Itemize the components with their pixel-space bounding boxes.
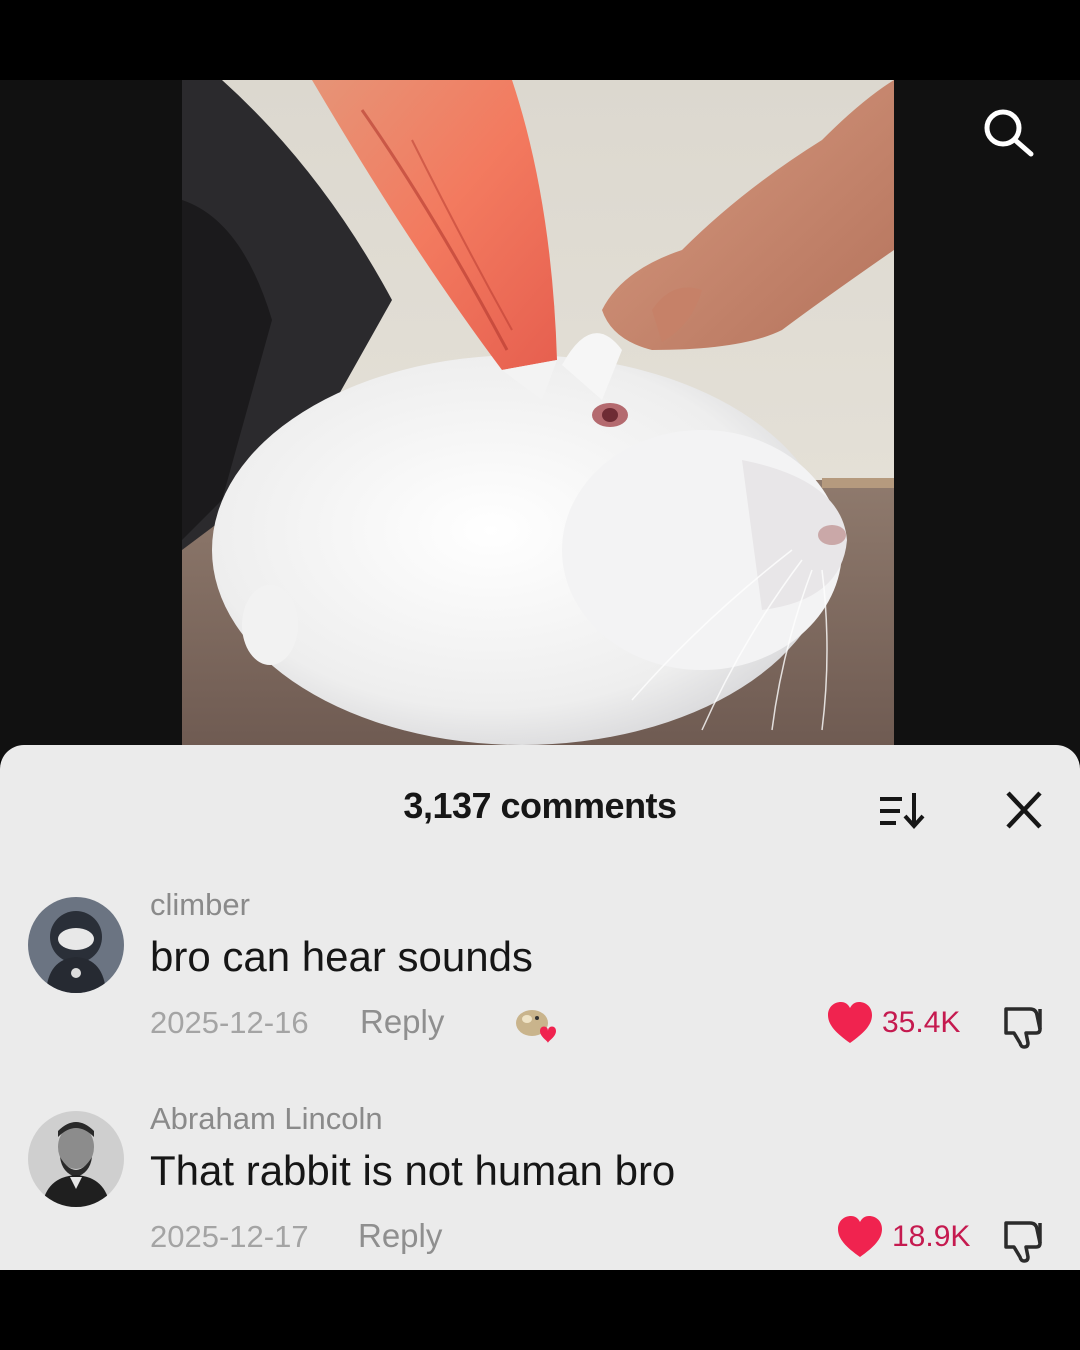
comment-username[interactable]: Abraham Lincoln: [150, 1101, 383, 1137]
heart-icon: [828, 1002, 872, 1043]
comment-item: climber bro can hear sounds 2025-12-16 R…: [0, 887, 1080, 1087]
sort-button[interactable]: [872, 787, 932, 835]
like-button[interactable]: 35.4K: [826, 1001, 960, 1045]
sort-icon: [880, 793, 925, 829]
dislike-icon: [1004, 1007, 1042, 1049]
video-player[interactable]: [0, 80, 1080, 760]
close-button[interactable]: [994, 783, 1054, 837]
avatar[interactable]: [28, 1111, 124, 1207]
video-frame-rabbit[interactable]: [182, 80, 894, 745]
like-count: 35.4K: [882, 1006, 961, 1039]
reaction-sticker-icon[interactable]: [510, 1001, 562, 1047]
reply-button[interactable]: Reply: [358, 1217, 442, 1255]
search-button[interactable]: [976, 104, 1040, 160]
reply-button[interactable]: Reply: [360, 1003, 444, 1041]
comment-text: That rabbit is not human bro: [150, 1147, 676, 1194]
screen: 3,137 comments climber bro can hear soun…: [0, 0, 1080, 1350]
rabbit-image: [182, 80, 894, 745]
search-icon: [984, 109, 1034, 157]
comment-date: 2025-12-16: [150, 1005, 309, 1040]
comment-text: bro can hear sounds: [150, 933, 533, 980]
comment-date: 2025-12-17: [150, 1219, 309, 1254]
dislike-button[interactable]: [1000, 1003, 1050, 1049]
comments-sheet: 3,137 comments climber bro can hear soun…: [0, 745, 1080, 1270]
dislike-button[interactable]: [1000, 1217, 1050, 1263]
like-count: 18.9K: [892, 1220, 971, 1253]
comment-username[interactable]: climber: [150, 887, 250, 923]
bottom-bar: [0, 1270, 1080, 1350]
dislike-icon: [1004, 1221, 1042, 1263]
heart-icon: [838, 1216, 882, 1257]
close-icon: [1006, 791, 1042, 829]
like-button[interactable]: 18.9K: [836, 1215, 970, 1259]
avatar[interactable]: [28, 897, 124, 993]
